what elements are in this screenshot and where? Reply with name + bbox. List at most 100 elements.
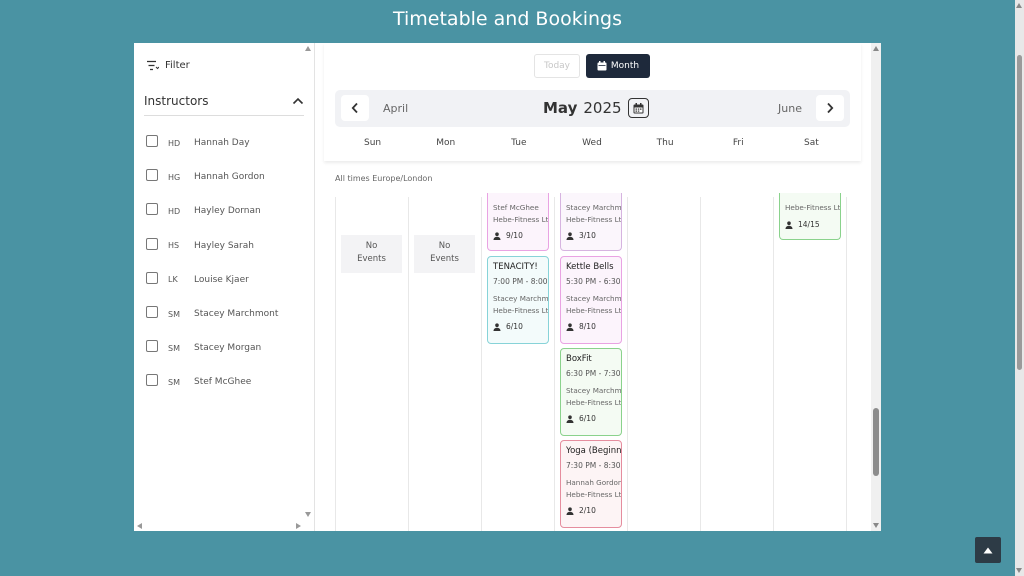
instructor-name: Hannah Gordon [194, 172, 265, 183]
current-month: May 2025 [543, 98, 649, 118]
event-capacity-value: 3/10 [579, 231, 596, 240]
calendar-header: Today Month April May 2025 June Sun Mon … [324, 43, 861, 161]
sidebar-scroll-up[interactable] [305, 46, 311, 51]
instructors-accordion-header[interactable]: Instructors [144, 86, 304, 116]
calendar-icon [633, 102, 644, 113]
prev-month-label[interactable]: April [383, 102, 408, 115]
person-icon [493, 231, 501, 240]
window-scroll-thumb[interactable] [1017, 55, 1022, 370]
event-card[interactable]: TENACITY! 7:00 PM - 8:00 PM Stacey March… [487, 256, 549, 344]
no-events-text: Events [357, 254, 386, 264]
instructor-initials: SM [168, 309, 180, 319]
person-icon [785, 220, 793, 229]
instructor-name: Hannah Day [194, 138, 250, 149]
weekday-label: Fri [732, 138, 744, 148]
instructor-initials: HS [168, 241, 180, 251]
instructor-checkbox[interactable] [146, 306, 158, 319]
instructor-name: Louise Kjaer [194, 274, 249, 285]
event-card[interactable]: Hebe-Fitness Ltd 14/15 [779, 193, 841, 240]
arrow-up-icon [983, 547, 993, 553]
event-capacity: 6/10 [493, 322, 543, 331]
event-title: BoxFit [566, 354, 592, 364]
event-card[interactable]: Yoga (Beginners) 7:30 PM - 8:30 PM Hanna… [560, 440, 622, 528]
current-year: 2025 [583, 99, 622, 117]
calendar-scroll-thumb[interactable] [873, 408, 879, 476]
weekday-label: Sat [804, 138, 819, 148]
instructor-item[interactable]: HD Hannah Day [146, 126, 296, 160]
instructor-list: HD Hannah Day HG Hannah Gordon HD Hayley Do… [146, 126, 296, 400]
event-capacity-value: 8/10 [579, 322, 596, 331]
event-location: Hebe-Fitness Ltd [493, 215, 549, 224]
event-title: Yoga (Beginners) [566, 446, 622, 456]
back-to-top-button[interactable] [975, 537, 1001, 563]
weekday-label: Wed [582, 138, 602, 148]
instructor-checkbox[interactable] [146, 271, 158, 284]
event-instructor: Stacey Marchmont [566, 203, 622, 212]
chevron-right-icon [827, 102, 834, 114]
sidebar-vertical-scrollbar[interactable] [302, 43, 314, 523]
event-card[interactable]: Stef McGhee Hebe-Fitness Ltd 9/10 [487, 193, 549, 251]
calendar-scrollbar[interactable] [871, 43, 881, 531]
instructor-item[interactable]: SM Stacey Marchmont [146, 297, 296, 331]
sidebar-scroll-right[interactable] [296, 523, 301, 529]
column-divider [773, 197, 774, 531]
instructor-name: Hayley Sarah [194, 240, 254, 251]
sidebar-scroll-left[interactable] [137, 523, 142, 529]
window-scrollbar[interactable] [1015, 0, 1024, 576]
instructor-initials: LK [168, 275, 178, 285]
event-instructor: Hannah Gordon [566, 478, 622, 487]
instructor-item[interactable]: HS Hayley Sarah [146, 229, 296, 263]
instructor-item[interactable]: SM Stacey Morgan [146, 331, 296, 365]
instructor-name: Stef McGhee [194, 377, 252, 388]
weekday-label: Tue [511, 138, 527, 148]
event-card[interactable]: BoxFit 6:30 PM - 7:30 PM Stacey Marchmon… [560, 348, 622, 436]
month-view-button[interactable]: Month [586, 54, 650, 78]
instructor-initials: HG [168, 172, 181, 182]
next-month-label[interactable]: June [778, 102, 802, 115]
timezone-note: All times Europe/London [335, 174, 433, 183]
calendar-scroll-up[interactable] [873, 46, 879, 51]
event-title: Kettle Bells [566, 262, 614, 272]
date-picker-button[interactable] [627, 98, 649, 118]
today-button[interactable]: Today [534, 54, 580, 78]
sidebar-scroll-down[interactable] [305, 512, 311, 517]
event-capacity-value: 6/10 [579, 414, 596, 423]
no-events-placeholder: No Events [414, 235, 475, 273]
instructor-item[interactable]: HD Hayley Dornan [146, 194, 296, 228]
column-divider [700, 197, 701, 531]
no-events-text: No [438, 241, 451, 251]
current-month-name: May [543, 99, 578, 117]
weekday-label: Mon [436, 138, 456, 148]
filter-button[interactable]: Filter [146, 60, 190, 71]
next-month-button[interactable] [816, 95, 844, 121]
event-card[interactable]: Kettle Bells 5:30 PM - 6:30 PM Stacey Ma… [560, 256, 622, 344]
prev-month-button[interactable] [341, 95, 369, 121]
instructor-item[interactable]: HG Hannah Gordon [146, 160, 296, 194]
sidebar-horizontal-scrollbar[interactable] [134, 521, 314, 531]
instructor-checkbox[interactable] [146, 237, 158, 250]
instructor-item[interactable]: SM Stef McGhee [146, 365, 296, 399]
timetable-panel: Filter Instructors HD Hannah Day HG Hannah… [134, 43, 881, 531]
instructor-checkbox[interactable] [146, 340, 158, 353]
person-icon [493, 322, 501, 331]
event-capacity: 8/10 [566, 322, 616, 331]
chevron-left-icon [351, 102, 358, 114]
event-instructor: Stacey Marchmont [566, 294, 622, 303]
column-divider [481, 197, 482, 531]
event-capacity: 14/15 [785, 220, 835, 229]
event-capacity-value: 6/10 [506, 322, 523, 331]
instructor-checkbox[interactable] [146, 135, 158, 148]
person-icon [566, 506, 574, 515]
instructor-checkbox[interactable] [146, 203, 158, 216]
column-divider [627, 197, 628, 531]
event-location: Hebe-Fitness Ltd [566, 306, 622, 315]
event-card[interactable]: Stacey Marchmont Hebe-Fitness Ltd 3/10 [560, 193, 622, 251]
instructor-checkbox[interactable] [146, 169, 158, 182]
calendar-scroll-down[interactable] [873, 523, 879, 528]
instructor-item[interactable]: LK Louise Kjaer [146, 263, 296, 297]
no-events-placeholder: No Events [341, 235, 402, 273]
event-capacity: 3/10 [566, 231, 616, 240]
instructor-checkbox[interactable] [146, 374, 158, 387]
scroll-up-arrow[interactable] [1016, 3, 1022, 8]
scroll-down-arrow[interactable] [1016, 568, 1022, 573]
